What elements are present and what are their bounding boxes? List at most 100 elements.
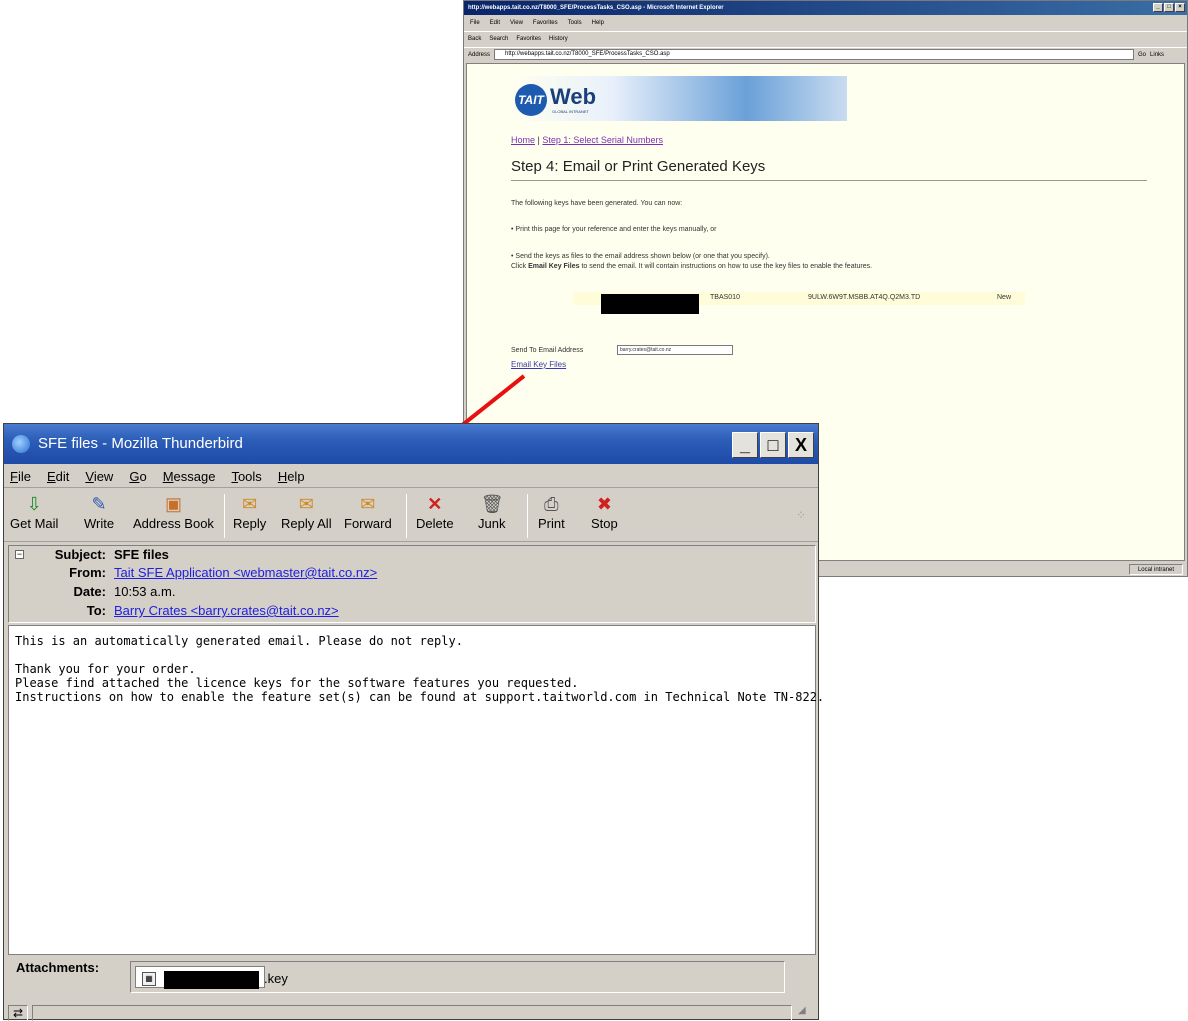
- close-button[interactable]: X: [788, 432, 814, 458]
- ie-menu-tools[interactable]: Tools: [568, 17, 582, 29]
- menu-edit[interactable]: Edit: [47, 466, 69, 487]
- ie-close-button[interactable]: ×: [1175, 3, 1185, 12]
- ie-menu-favorites[interactable]: Favorites: [533, 17, 558, 29]
- menu-go[interactable]: Go: [129, 466, 146, 487]
- breadcrumb-step1-link[interactable]: Step 1: Select Serial Numbers: [542, 135, 663, 145]
- serial-redaction: [601, 294, 699, 314]
- web-logo-text: Web: [550, 84, 597, 109]
- message-header: − Subject: SFE files From: Tait SFE Appl…: [8, 545, 816, 623]
- menu-tools[interactable]: Tools: [231, 466, 261, 487]
- to-label: To:: [86, 603, 106, 618]
- bullet-send: • Send the keys as files to the email ad…: [511, 253, 770, 260]
- tb-statusbar: ⇄ ◢: [8, 1003, 816, 1021]
- ie-menu-help[interactable]: Help: [592, 17, 604, 29]
- tb-toolbar: ⇩ Get Mail ✎ Write ▣ Address Book ✉ Repl…: [4, 490, 818, 542]
- menu-view[interactable]: View: [85, 466, 113, 487]
- stop-button[interactable]: ✖ Stop: [591, 494, 618, 531]
- minimize-button[interactable]: _: [732, 432, 758, 458]
- ie-back-button[interactable]: Back: [468, 32, 481, 45]
- ie-address-input[interactable]: http://webapps.tait.co.nz/T8000_SFE/Proc…: [494, 49, 1135, 60]
- maximize-button[interactable]: □: [760, 432, 786, 458]
- key-file-icon: ▦: [142, 972, 156, 986]
- to-value[interactable]: Barry Crates <barry.crates@tait.co.nz>: [114, 602, 339, 620]
- reply-all-icon: ✉: [298, 494, 314, 514]
- email-key-files-link[interactable]: Email Key Files: [511, 360, 566, 369]
- tb-window-title: SFE files - Mozilla Thunderbird: [38, 435, 243, 452]
- key-model: TBAS010: [710, 294, 740, 301]
- ie-address-label: Address: [468, 51, 491, 58]
- header-from-row: From: Tait SFE Application <webmaster@ta…: [9, 564, 809, 582]
- delete-button[interactable]: ✕ Delete: [416, 494, 454, 531]
- body-line: Instructions on how to enable the featur…: [15, 690, 825, 704]
- ie-zone-indicator: Local intranet: [1128, 564, 1183, 575]
- toolbar-separator: [527, 494, 528, 538]
- header-to-row: To: Barry Crates <barry.crates@tait.co.n…: [9, 602, 809, 620]
- subject-value: SFE files: [114, 547, 169, 562]
- reply-button[interactable]: ✉ Reply: [233, 494, 266, 531]
- date-label: Date:: [73, 584, 106, 599]
- reply-label: Reply: [233, 516, 267, 531]
- ie-menu-file[interactable]: File: [470, 17, 480, 29]
- from-label: From:: [69, 565, 106, 580]
- online-status-icon[interactable]: ⇄: [8, 1005, 28, 1021]
- stop-label: Stop: [591, 516, 618, 531]
- ie-history-button[interactable]: History: [549, 32, 568, 45]
- junk-label: Junk: [478, 516, 506, 531]
- click-instructions: Click Email Key Files to send the email.…: [511, 263, 872, 270]
- tait-web-logo: TAIT Web GLOBAL INTRANET: [512, 76, 847, 121]
- address-book-button[interactable]: ▣ Address Book: [133, 494, 214, 531]
- forward-icon: ✉: [360, 494, 376, 514]
- ie-menu-edit[interactable]: Edit: [490, 17, 500, 29]
- ie-search-button[interactable]: Search: [489, 32, 508, 45]
- junk-icon: 🗑: [480, 494, 504, 514]
- write-label: Write: [84, 516, 115, 531]
- message-body[interactable]: This is an automatically generated email…: [8, 625, 825, 955]
- breadcrumb-home-link[interactable]: Home: [511, 135, 535, 145]
- attachments-pane: Attachments: ▦ .key: [8, 957, 816, 1001]
- breadcrumb: Home | Step 1: Select Serial Numbers: [511, 135, 663, 145]
- ie-window-buttons: _ □ ×: [1153, 3, 1185, 12]
- attachment-item[interactable]: ▦ .key: [135, 966, 288, 989]
- click-bold: Email Key Files: [528, 263, 580, 270]
- ie-favorites-button[interactable]: Favorites: [516, 32, 541, 45]
- forward-label: Forward: [344, 516, 392, 531]
- heading-divider: [511, 180, 1147, 181]
- menu-help[interactable]: Help: [278, 466, 305, 487]
- date-value: 10:53 a.m.: [114, 584, 176, 599]
- from-value[interactable]: Tait SFE Application <webmaster@tait.co.…: [114, 564, 377, 582]
- print-button[interactable]: ⎙ Print: [538, 494, 565, 531]
- logo-subtitle: GLOBAL INTRANET: [552, 109, 589, 114]
- send-to-email-input[interactable]: barry.crates@tait.co.nz: [617, 345, 733, 355]
- stop-icon: ✖: [596, 494, 612, 514]
- ie-menu-view[interactable]: View: [510, 17, 523, 29]
- toolbar-separator: [406, 494, 407, 538]
- print-icon: ⎙: [544, 494, 559, 514]
- ie-maximize-button[interactable]: □: [1164, 3, 1174, 12]
- ie-title: http://webapps.tait.co.nz/T8000_SFE/Proc…: [468, 5, 724, 11]
- reply-all-button[interactable]: ✉ Reply All: [281, 494, 332, 531]
- get-mail-button[interactable]: ⇩ Get Mail: [10, 494, 58, 531]
- ie-go-button[interactable]: Go: [1138, 48, 1146, 62]
- forward-button[interactable]: ✉ Forward: [344, 494, 392, 531]
- ie-addressbar: Address http://webapps.tait.co.nz/T8000_…: [464, 47, 1187, 61]
- ie-toolbar: Back Search Favorites History: [464, 31, 1187, 45]
- thunderbird-app-icon: [12, 435, 30, 453]
- subject-label: Subject:: [54, 547, 106, 562]
- key-status: New: [997, 294, 1012, 301]
- ie-links-button[interactable]: Links: [1150, 48, 1164, 62]
- ie-menubar: File Edit View Favorites Tools Help: [464, 17, 1187, 29]
- get-mail-icon: ⇩: [26, 494, 42, 514]
- write-button[interactable]: ✎ Write: [84, 494, 114, 531]
- resize-grip-icon[interactable]: ◢: [798, 1005, 814, 1021]
- click-prefix: Click: [511, 263, 527, 270]
- junk-button[interactable]: 🗑 Junk: [478, 494, 505, 531]
- ie-minimize-button[interactable]: _: [1153, 3, 1163, 12]
- tb-menubar: File Edit View Go Message Tools Help: [4, 466, 818, 488]
- thunderbird-window: SFE files - Mozilla Thunderbird _ □ X Fi…: [3, 423, 825, 1021]
- bullet-print: • Print this page for your reference and…: [511, 226, 717, 233]
- toolbar-separator: [224, 494, 225, 538]
- menu-message[interactable]: Message: [163, 466, 216, 487]
- menu-file[interactable]: File: [10, 466, 31, 487]
- status-message: [32, 1005, 792, 1021]
- tait-logo-badge: TAIT: [515, 84, 547, 116]
